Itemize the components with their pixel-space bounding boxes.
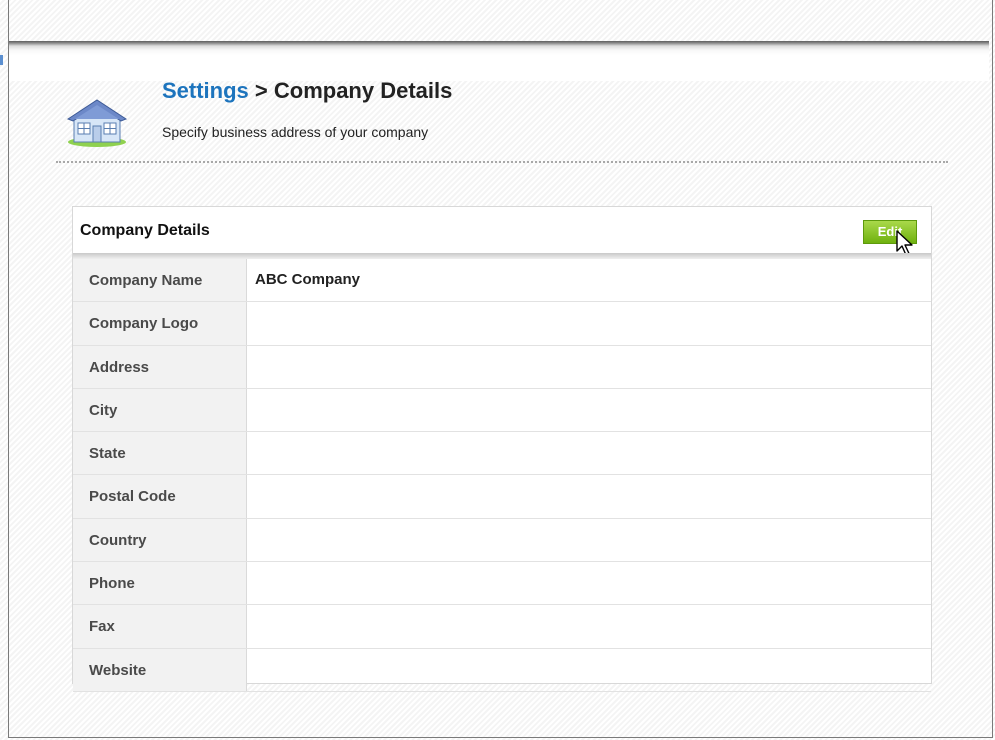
breadcrumb-separator: >: [248, 78, 274, 103]
row-label-state: State: [73, 432, 247, 475]
row-label-company-logo: Company Logo: [73, 302, 247, 345]
row-label-company-name: Company Name: [73, 259, 247, 302]
table-row: Phone: [73, 562, 931, 606]
table-row: Website: [73, 648, 931, 692]
table-row: Country: [73, 518, 931, 563]
details-table: Company Name ABC Company Company Logo Ad…: [73, 259, 931, 692]
table-row: Fax: [73, 605, 931, 649]
row-value-company-name: ABC Company: [255, 271, 361, 288]
breadcrumb-current: Company Details: [273, 78, 453, 103]
table-row: State: [73, 432, 931, 476]
row-label-phone: Phone: [73, 562, 247, 605]
panel-title: Company Details: [80, 222, 210, 239]
table-row: Postal Code: [73, 475, 931, 519]
row-label-website: Website: [73, 648, 247, 691]
row-label-fax: Fax: [73, 605, 247, 648]
house-icon: [66, 99, 128, 147]
dotted-divider: [56, 161, 948, 163]
page-subtitle: Specify business address of your company: [162, 124, 429, 140]
row-label-address: Address: [73, 345, 247, 388]
table-row: City: [73, 388, 931, 433]
row-label-postal-code: Postal Code: [73, 475, 247, 518]
table-row: Company Logo: [73, 302, 931, 346]
table-row: Company Name ABC Company: [73, 259, 931, 303]
blue-marker: [0, 55, 3, 65]
row-label-city: City: [73, 388, 247, 432]
page-title: Settings > Company Details: [162, 78, 452, 104]
table-row: Address: [73, 345, 931, 389]
row-label-country: Country: [73, 518, 247, 562]
mouse-pointer-icon: [896, 230, 913, 256]
breadcrumb-settings-link[interactable]: Settings: [162, 78, 249, 103]
company-details-panel: Company Details Edit Company Name ABC Co…: [72, 206, 932, 692]
top-bar: [9, 41, 989, 81]
panel-header: Company Details Edit: [73, 207, 931, 259]
